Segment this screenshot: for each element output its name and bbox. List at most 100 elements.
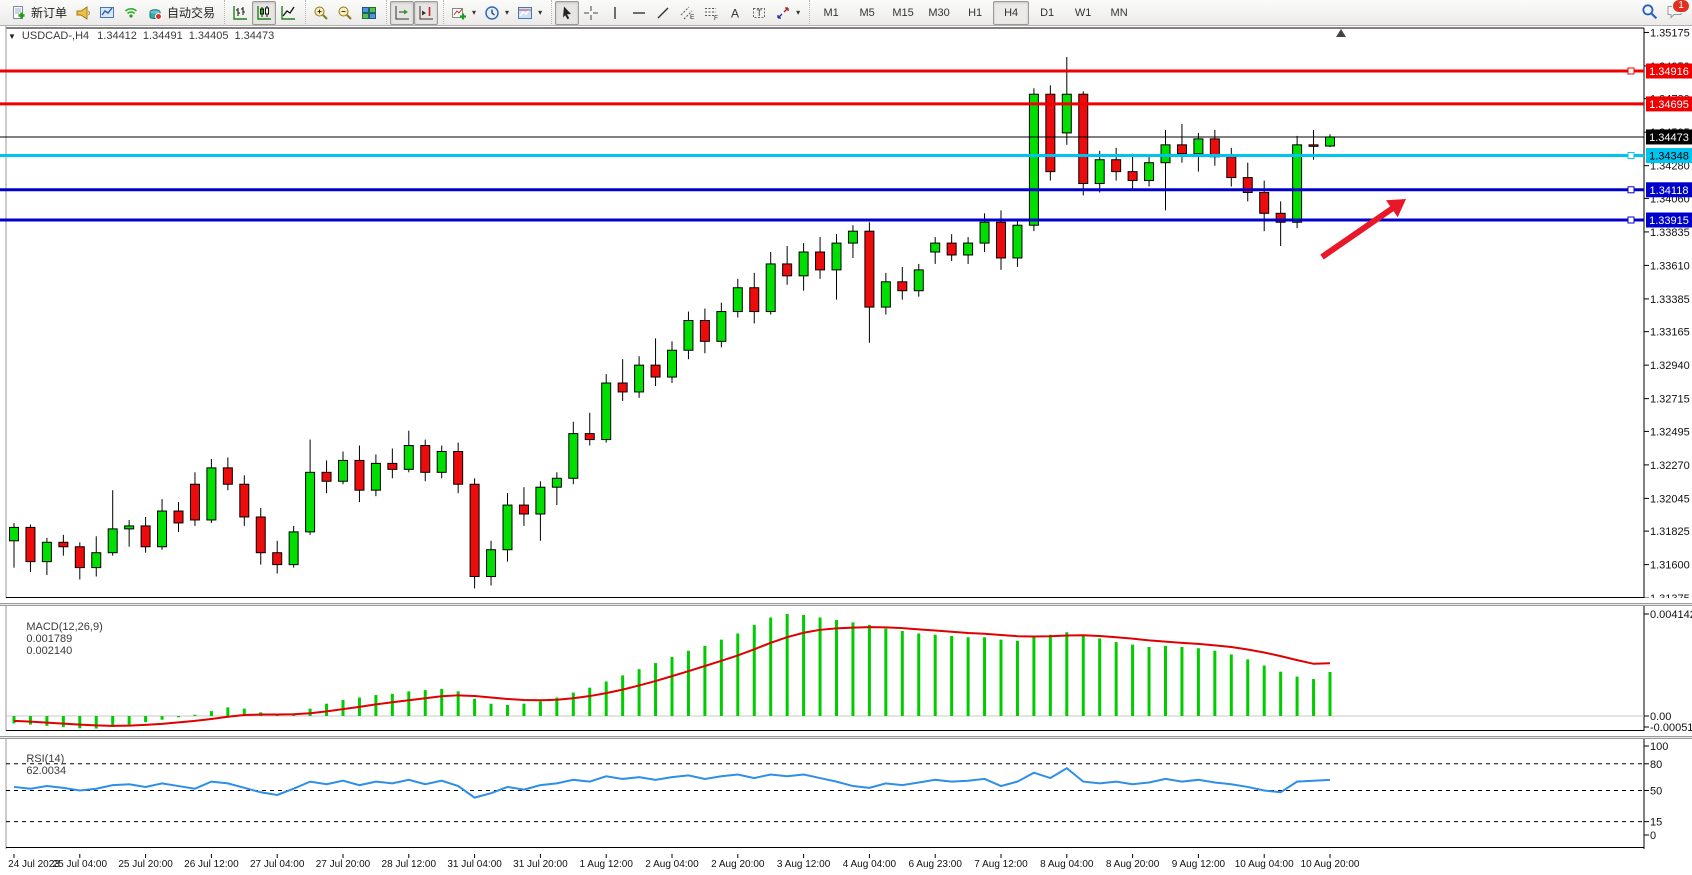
timeframe-button-M15[interactable]: M15 <box>885 1 921 25</box>
trendline-button[interactable] <box>651 1 675 25</box>
line-chart-button[interactable] <box>276 1 300 25</box>
timeframe-button-MN[interactable]: MN <box>1101 1 1137 25</box>
candle-body <box>1145 163 1154 181</box>
auto-scroll-button[interactable] <box>390 1 414 25</box>
line-handle[interactable] <box>1628 153 1634 159</box>
zoom-out-button[interactable] <box>333 1 357 25</box>
toolbar-right: 1 <box>1641 3 1688 23</box>
macd-signal-value: 0.002140 <box>26 645 72 657</box>
macd-value: 0.001789 <box>26 633 72 645</box>
tile-windows-button[interactable] <box>357 1 381 25</box>
auto-trading-button[interactable]: 自动交易 <box>143 1 219 25</box>
candle-body <box>585 434 594 440</box>
candle-body <box>980 222 989 243</box>
candle-body <box>421 446 430 473</box>
price-tag-label: 1.34695 <box>1649 99 1689 111</box>
candle-body <box>240 484 249 517</box>
price-tick-label: 1.35175 <box>1650 27 1690 39</box>
crosshair-button[interactable] <box>579 1 603 25</box>
auto-scroll-icon <box>394 5 410 21</box>
macd-tick-label: -0.000511 <box>1650 722 1692 731</box>
zoom-in-icon <box>313 5 329 21</box>
horizontal-line-icon <box>631 5 647 21</box>
main-chart-canvas[interactable]: 1.351751.349501.347301.345051.342801.340… <box>0 26 1692 598</box>
chat-button[interactable]: 1 <box>1666 3 1684 23</box>
candle-body <box>454 451 463 484</box>
equidistant-channel-button[interactable]: E <box>675 1 699 25</box>
candle <box>470 478 479 588</box>
candle-body <box>536 487 545 514</box>
chart-window-button[interactable] <box>95 1 119 25</box>
candle-body <box>158 511 167 547</box>
indicators-dropdown-caret[interactable]: ▾ <box>472 8 476 17</box>
candle-body <box>552 478 561 487</box>
candle-body <box>141 526 150 547</box>
candle-body <box>848 231 857 243</box>
zoom-in-button[interactable] <box>309 1 333 25</box>
fibonacci-button[interactable]: F <box>699 1 723 25</box>
timeframe-button-H4[interactable]: H4 <box>993 1 1029 25</box>
candle-body <box>1079 94 1088 183</box>
time-tick-label: 26 Jul 12:00 <box>184 859 239 870</box>
candle <box>207 459 216 523</box>
chart-area: ▼ USDCAD-,H4 1.34412 1.34491 1.34405 1.3… <box>0 26 1692 853</box>
macd-canvas[interactable]: 0.0041420.00-0.000511 <box>0 606 1692 731</box>
candle-body <box>618 383 627 392</box>
chart-shift-button[interactable] <box>414 1 438 25</box>
text-button[interactable]: A <box>723 1 747 25</box>
candle-body <box>437 451 446 472</box>
candle-body <box>1013 225 1022 258</box>
timeframe-button-D1[interactable]: D1 <box>1029 1 1065 25</box>
timeframe-button-M1[interactable]: M1 <box>813 1 849 25</box>
periods-dropdown-caret[interactable]: ▾ <box>505 8 509 17</box>
time-tick-label: 31 Jul 20:00 <box>513 859 568 870</box>
auto-trading-label: 自动交易 <box>167 4 215 21</box>
cursor-button[interactable] <box>555 1 579 25</box>
new-order-button[interactable]: 新订单 <box>7 1 71 25</box>
horizontal-line-button[interactable] <box>627 1 651 25</box>
timeframe-button-H1[interactable]: H1 <box>957 1 993 25</box>
indicators-icon <box>451 5 467 21</box>
time-tick-label: 28 Jul 12:00 <box>382 859 437 870</box>
time-tick-label: 6 Aug 23:00 <box>909 859 963 870</box>
text-label-button[interactable]: T <box>747 1 771 25</box>
time-axis-canvas: 24 Jul 202325 Jul 04:0025 Jul 20:0026 Ju… <box>0 854 1692 870</box>
line-handle[interactable] <box>1628 68 1634 74</box>
timeframe-button-M30[interactable]: M30 <box>921 1 957 25</box>
timeframe-button-M5[interactable]: M5 <box>849 1 885 25</box>
search-icon[interactable] <box>1641 3 1658 23</box>
candlestick-chart-button[interactable] <box>252 1 276 25</box>
signal-button[interactable] <box>119 1 143 25</box>
timeframe-button-W1[interactable]: W1 <box>1065 1 1101 25</box>
time-tick-label: 25 Jul 04:00 <box>53 859 108 870</box>
macd-bg <box>0 606 1692 731</box>
candle-body <box>289 532 298 565</box>
arrows-dropdown-caret[interactable]: ▾ <box>796 8 800 17</box>
chart-symbol: USDCAD-,H4 <box>22 30 89 42</box>
periods-button[interactable]: ▾ <box>480 1 513 25</box>
candle-body <box>190 484 199 520</box>
chevron-down-icon[interactable]: ▼ <box>8 32 16 41</box>
price-tick-label: 1.32270 <box>1650 460 1690 472</box>
price-tag-label: 1.34118 <box>1650 185 1689 197</box>
candle-body <box>750 288 759 312</box>
time-tick-label: 10 Aug 20:00 <box>1301 859 1360 870</box>
rsi-canvas[interactable]: 1008050150 <box>0 739 1692 849</box>
templates-button[interactable]: ▾ <box>513 1 546 25</box>
line-handle[interactable] <box>1628 187 1634 193</box>
time-tick-label: 31 Jul 04:00 <box>447 859 502 870</box>
candle-body <box>1177 145 1186 154</box>
arrows-icon <box>775 5 791 21</box>
vertical-line-button[interactable] <box>603 1 627 25</box>
indicators-button[interactable]: ▾ <box>447 1 480 25</box>
new-order-icon <box>11 5 27 21</box>
candle-body <box>487 550 496 577</box>
price-tick-label: 1.33610 <box>1650 260 1690 272</box>
candle-body <box>816 252 825 270</box>
candle <box>289 526 298 568</box>
arrows-button[interactable]: ▾ <box>771 1 804 25</box>
horn-button[interactable] <box>71 1 95 25</box>
bar-chart-button[interactable] <box>228 1 252 25</box>
templates-dropdown-caret[interactable]: ▾ <box>538 8 542 17</box>
line-handle[interactable] <box>1628 217 1634 223</box>
